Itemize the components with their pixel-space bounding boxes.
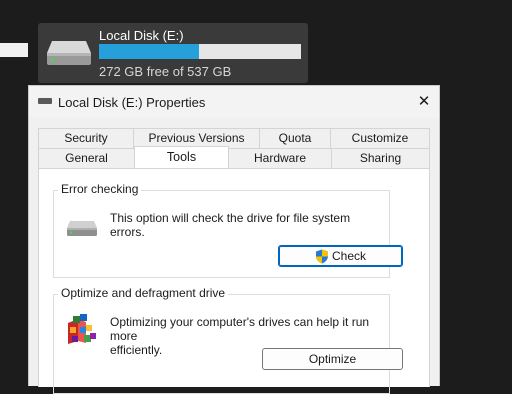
tab-security[interactable]: Security [38,128,134,148]
defragment-icon [68,314,96,344]
check-button[interactable]: Check [278,245,403,267]
error-checking-description-line2: errors. [110,225,145,239]
tab-tools[interactable]: Tools [134,146,229,168]
tab-previous-versions[interactable]: Previous Versions [133,128,260,148]
drive-usage-fill [99,44,199,59]
tab-hardware[interactable]: Hardware [228,148,332,168]
drive-name: Local Disk (E:) [99,28,184,43]
drive-small-icon [38,98,52,104]
optimize-description-line1: Optimizing your computer's drives can he… [110,315,370,343]
optimize-button-label: Optimize [308,352,357,366]
dialog-title: Local Disk (E:) Properties [58,95,206,110]
hard-drive-icon [47,41,91,65]
error-checking-title: Error checking [58,182,142,196]
optimize-title: Optimize and defragment drive [58,286,229,300]
tools-tab-panel: Error checking This option will check th… [38,168,430,394]
optimize-button[interactable]: Optimize [262,348,403,370]
hard-drive-icon [67,221,97,236]
error-checking-description: This option will check the drive for fil… [110,211,350,239]
tab-quota[interactable]: Quota [259,128,331,148]
background-item-edge [0,43,28,57]
title-bar: Local Disk (E:) Properties ✕ [29,86,439,118]
optimize-group: Optimize and defragment drive Optimizing… [53,286,403,394]
shield-icon [315,249,328,263]
error-checking-description-line1: This option will check the drive for fil… [110,211,351,225]
drive-usage-bar [99,44,301,59]
close-button[interactable]: ✕ [409,86,439,118]
tab-general[interactable]: General [38,148,135,168]
drive-free-space: 272 GB free of 537 GB [99,64,232,79]
error-checking-group: Error checking This option will check th… [53,182,403,278]
tab-sharing[interactable]: Sharing [331,148,430,168]
check-button-label: Check [331,249,366,263]
tab-customize[interactable]: Customize [330,128,430,148]
properties-dialog: Local Disk (E:) Properties ✕ Security Pr… [28,85,440,394]
drive-tile[interactable]: Local Disk (E:) 272 GB free of 537 GB [38,23,308,83]
